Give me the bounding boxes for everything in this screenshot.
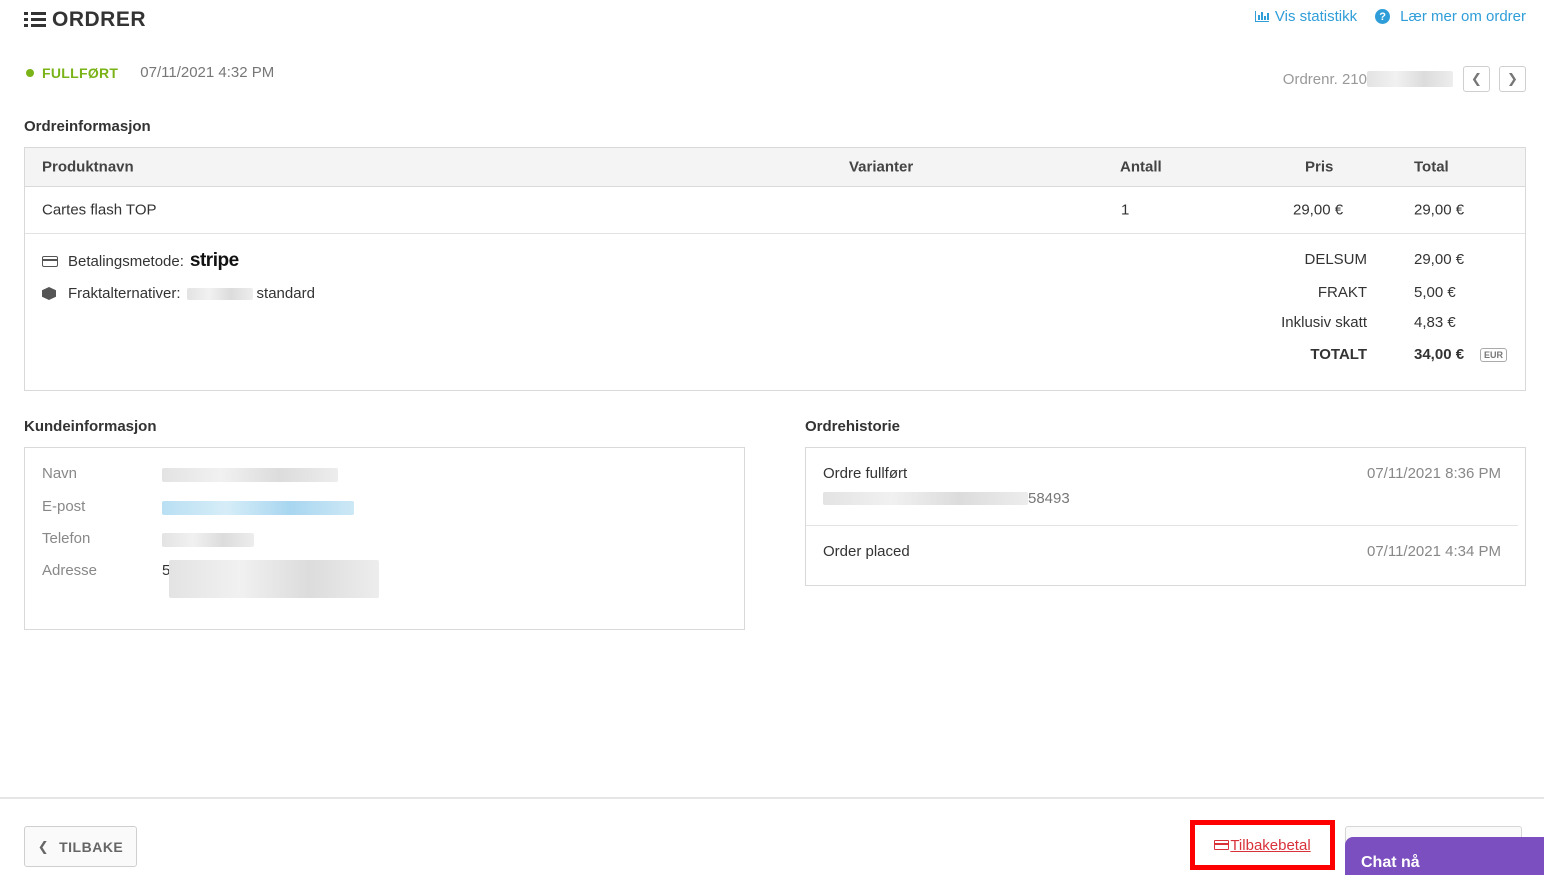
stripe-logo: stripe xyxy=(189,250,239,271)
history-item: Ordre fullført 07/11/2021 8:36 PM 58493 xyxy=(806,448,1525,525)
history-item: Order placed 07/11/2021 4:34 PM xyxy=(806,526,1525,586)
subtotal-value: 29,00 € xyxy=(1414,251,1465,268)
customer-name-label: Navn xyxy=(42,465,78,482)
status-badge: FULLFØRT xyxy=(42,64,119,81)
learn-more-link[interactable]: ? Lær mer om ordrer xyxy=(1375,8,1526,25)
next-order-button[interactable]: ❯ xyxy=(1499,66,1526,92)
customer-info-panel: Navn E-post Telefon Adresse 5 xyxy=(24,447,745,630)
chat-label: Chat nå xyxy=(1361,854,1420,871)
order-number: Ordrenr. 210 xyxy=(1282,70,1367,88)
refund-highlight: Tilbakebetal xyxy=(1190,820,1335,870)
redacted-customer-phone xyxy=(162,533,254,547)
order-history-panel: Ordre fullført 07/11/2021 8:36 PM 58493 … xyxy=(805,447,1526,586)
column-total: Total xyxy=(1414,158,1449,176)
history-item-title: Ordre fullført xyxy=(823,465,908,482)
order-info-panel: Produktnavn Varianter Antall Pris Total … xyxy=(24,147,1526,391)
view-statistics-label: Vis statistikk xyxy=(1274,8,1358,25)
redacted-customer-address xyxy=(169,560,379,598)
column-price: Pris xyxy=(1305,158,1334,176)
redacted-customer-name xyxy=(162,468,338,482)
refund-link[interactable]: Tilbakebetal xyxy=(1214,836,1311,854)
credit-card-icon xyxy=(42,255,58,267)
subtotal-label: DELSUM xyxy=(1304,251,1367,268)
history-item-date: 07/11/2021 4:34 PM xyxy=(1367,543,1501,560)
redacted-order-number xyxy=(1367,71,1453,87)
table-row: Cartes flash TOP 1 29,00 € 29,00 € xyxy=(25,187,1525,234)
customer-address-label: Adresse xyxy=(42,562,98,579)
top-links: Vis statistikk ? Lær mer om ordrer xyxy=(1254,8,1526,25)
history-item-detail: 58493 xyxy=(1028,490,1070,507)
refund-label: Tilbakebetal xyxy=(1230,836,1311,854)
tax-label: Inklusiv skatt xyxy=(1281,314,1367,331)
customer-info-title: Kundeinformasjon xyxy=(24,418,157,435)
footer-bar: ❮ TILBAKE Tilbakebetal Chat nå xyxy=(0,797,1544,875)
product-total: 29,00 € xyxy=(1414,201,1465,219)
order-history-title: Ordrehistorie xyxy=(805,418,901,435)
column-quantity: Antall xyxy=(1120,158,1162,176)
chevron-left-icon: ❮ xyxy=(1471,71,1482,86)
currency-badge: EUR xyxy=(1480,348,1508,362)
tax-value: 4,83 € xyxy=(1414,314,1456,331)
credit-card-icon xyxy=(1214,840,1230,850)
previous-order-button[interactable]: ❮ xyxy=(1463,66,1490,92)
shipping-value: standard xyxy=(256,285,315,302)
bar-chart-icon xyxy=(1254,11,1269,22)
redacted-shipping-carrier xyxy=(186,287,253,300)
learn-more-label: Lær mer om ordrer xyxy=(1400,8,1526,25)
customer-email-label: E-post xyxy=(42,498,86,515)
page-header: ORDRER xyxy=(24,8,146,32)
history-item-title: Order placed xyxy=(823,543,910,560)
history-item-date: 07/11/2021 8:36 PM xyxy=(1367,465,1501,482)
payment-method: Betalingsmetode: stripe xyxy=(42,250,239,272)
order-table-header: Produktnavn Varianter Antall Pris Total xyxy=(25,148,1525,187)
total-label: TOTALT xyxy=(1310,346,1367,363)
package-icon xyxy=(42,287,56,300)
redacted-history-detail xyxy=(823,492,1028,505)
shipping-cost-value: 5,00 € xyxy=(1414,284,1456,301)
order-navigation: Ordrenr. 210 ❮ ❯ xyxy=(1283,66,1526,92)
column-variants: Varianter xyxy=(849,158,914,176)
chevron-left-icon: ❮ xyxy=(37,838,50,854)
order-status: FULLFØRT 07/11/2021 4:32 PM xyxy=(26,64,274,81)
payment-method-label: Betalingsmetode: xyxy=(68,252,184,270)
shipping-label: Fraktalternativer: xyxy=(68,285,181,302)
order-info-title: Ordreinformasjon xyxy=(24,118,151,135)
product-price: 29,00 € xyxy=(1293,201,1344,219)
chat-widget-button[interactable]: Chat nå xyxy=(1345,837,1544,875)
redacted-customer-email[interactable] xyxy=(162,501,354,515)
column-product: Produktnavn xyxy=(42,158,134,176)
order-date: 07/11/2021 4:32 PM xyxy=(140,64,275,81)
shipping-cost-label: FRAKT xyxy=(1317,284,1367,301)
list-icon xyxy=(24,11,46,29)
total-value: 34,00 € xyxy=(1414,346,1465,363)
shipping-option: Fraktalternativer: standard xyxy=(42,285,315,302)
help-icon: ? xyxy=(1375,9,1391,24)
status-dot-icon xyxy=(26,68,34,77)
chevron-right-icon: ❯ xyxy=(1507,71,1518,86)
view-statistics-link[interactable]: Vis statistikk xyxy=(1254,8,1358,25)
product-name: Cartes flash TOP xyxy=(42,201,157,219)
order-summary: Betalingsmetode: stripe Fraktalternative… xyxy=(25,234,1525,390)
back-button[interactable]: ❮ TILBAKE xyxy=(24,826,137,867)
product-quantity: 1 xyxy=(1121,201,1130,219)
customer-phone-label: Telefon xyxy=(42,530,91,547)
back-button-label: TILBAKE xyxy=(59,838,124,855)
page-title: ORDRER xyxy=(52,8,147,31)
